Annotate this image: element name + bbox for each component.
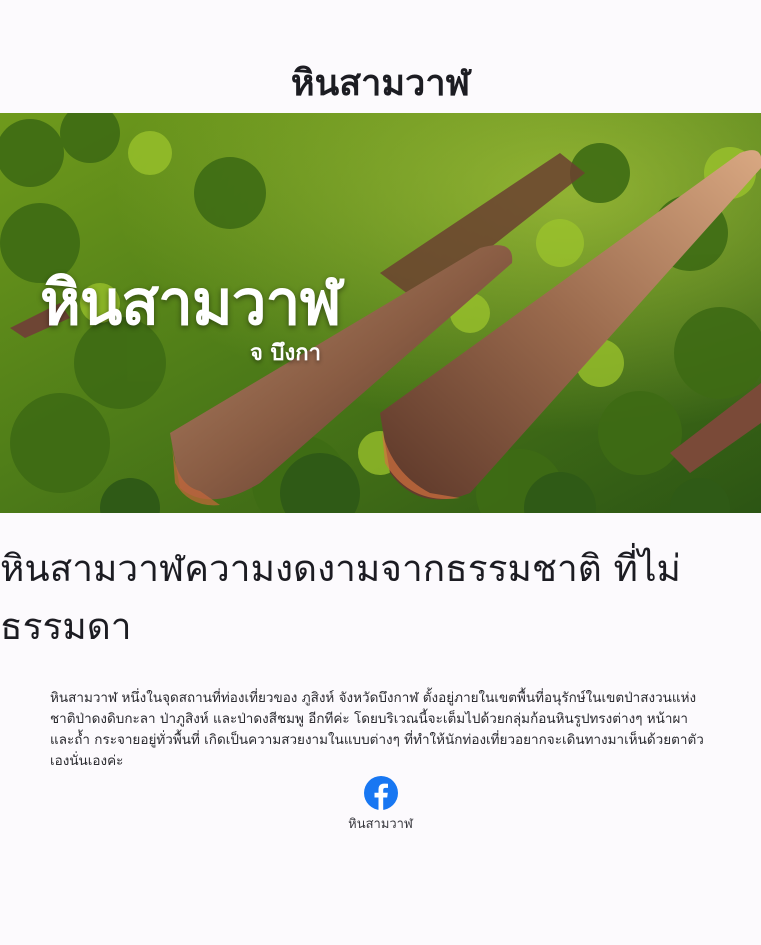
facebook-icon[interactable] <box>363 776 398 810</box>
hero-title: หินสามวาฬ <box>40 266 342 339</box>
article-body: หินสามวาฬ หนึ่งในจุดสถานที่ท่องเที่ยวของ… <box>50 690 704 769</box>
article-heading: หินสามวาฬความงดงามจากธรรมชาติ ที่ไม่ธรรม… <box>0 547 681 648</box>
page: หินสามวาฬ หินสามวาฬ จ บึงกา หินสามวาฬควา… <box>0 0 761 945</box>
site-title: หินสามวาฬ <box>290 63 471 104</box>
facebook-label[interactable]: หินสามวาฬ <box>0 816 761 834</box>
social-links: หินสามวาฬ <box>0 776 761 834</box>
hero-subtitle: จ บึงกา <box>250 341 321 366</box>
hero-image: หินสามวาฬ จ บึงกา <box>0 113 761 513</box>
